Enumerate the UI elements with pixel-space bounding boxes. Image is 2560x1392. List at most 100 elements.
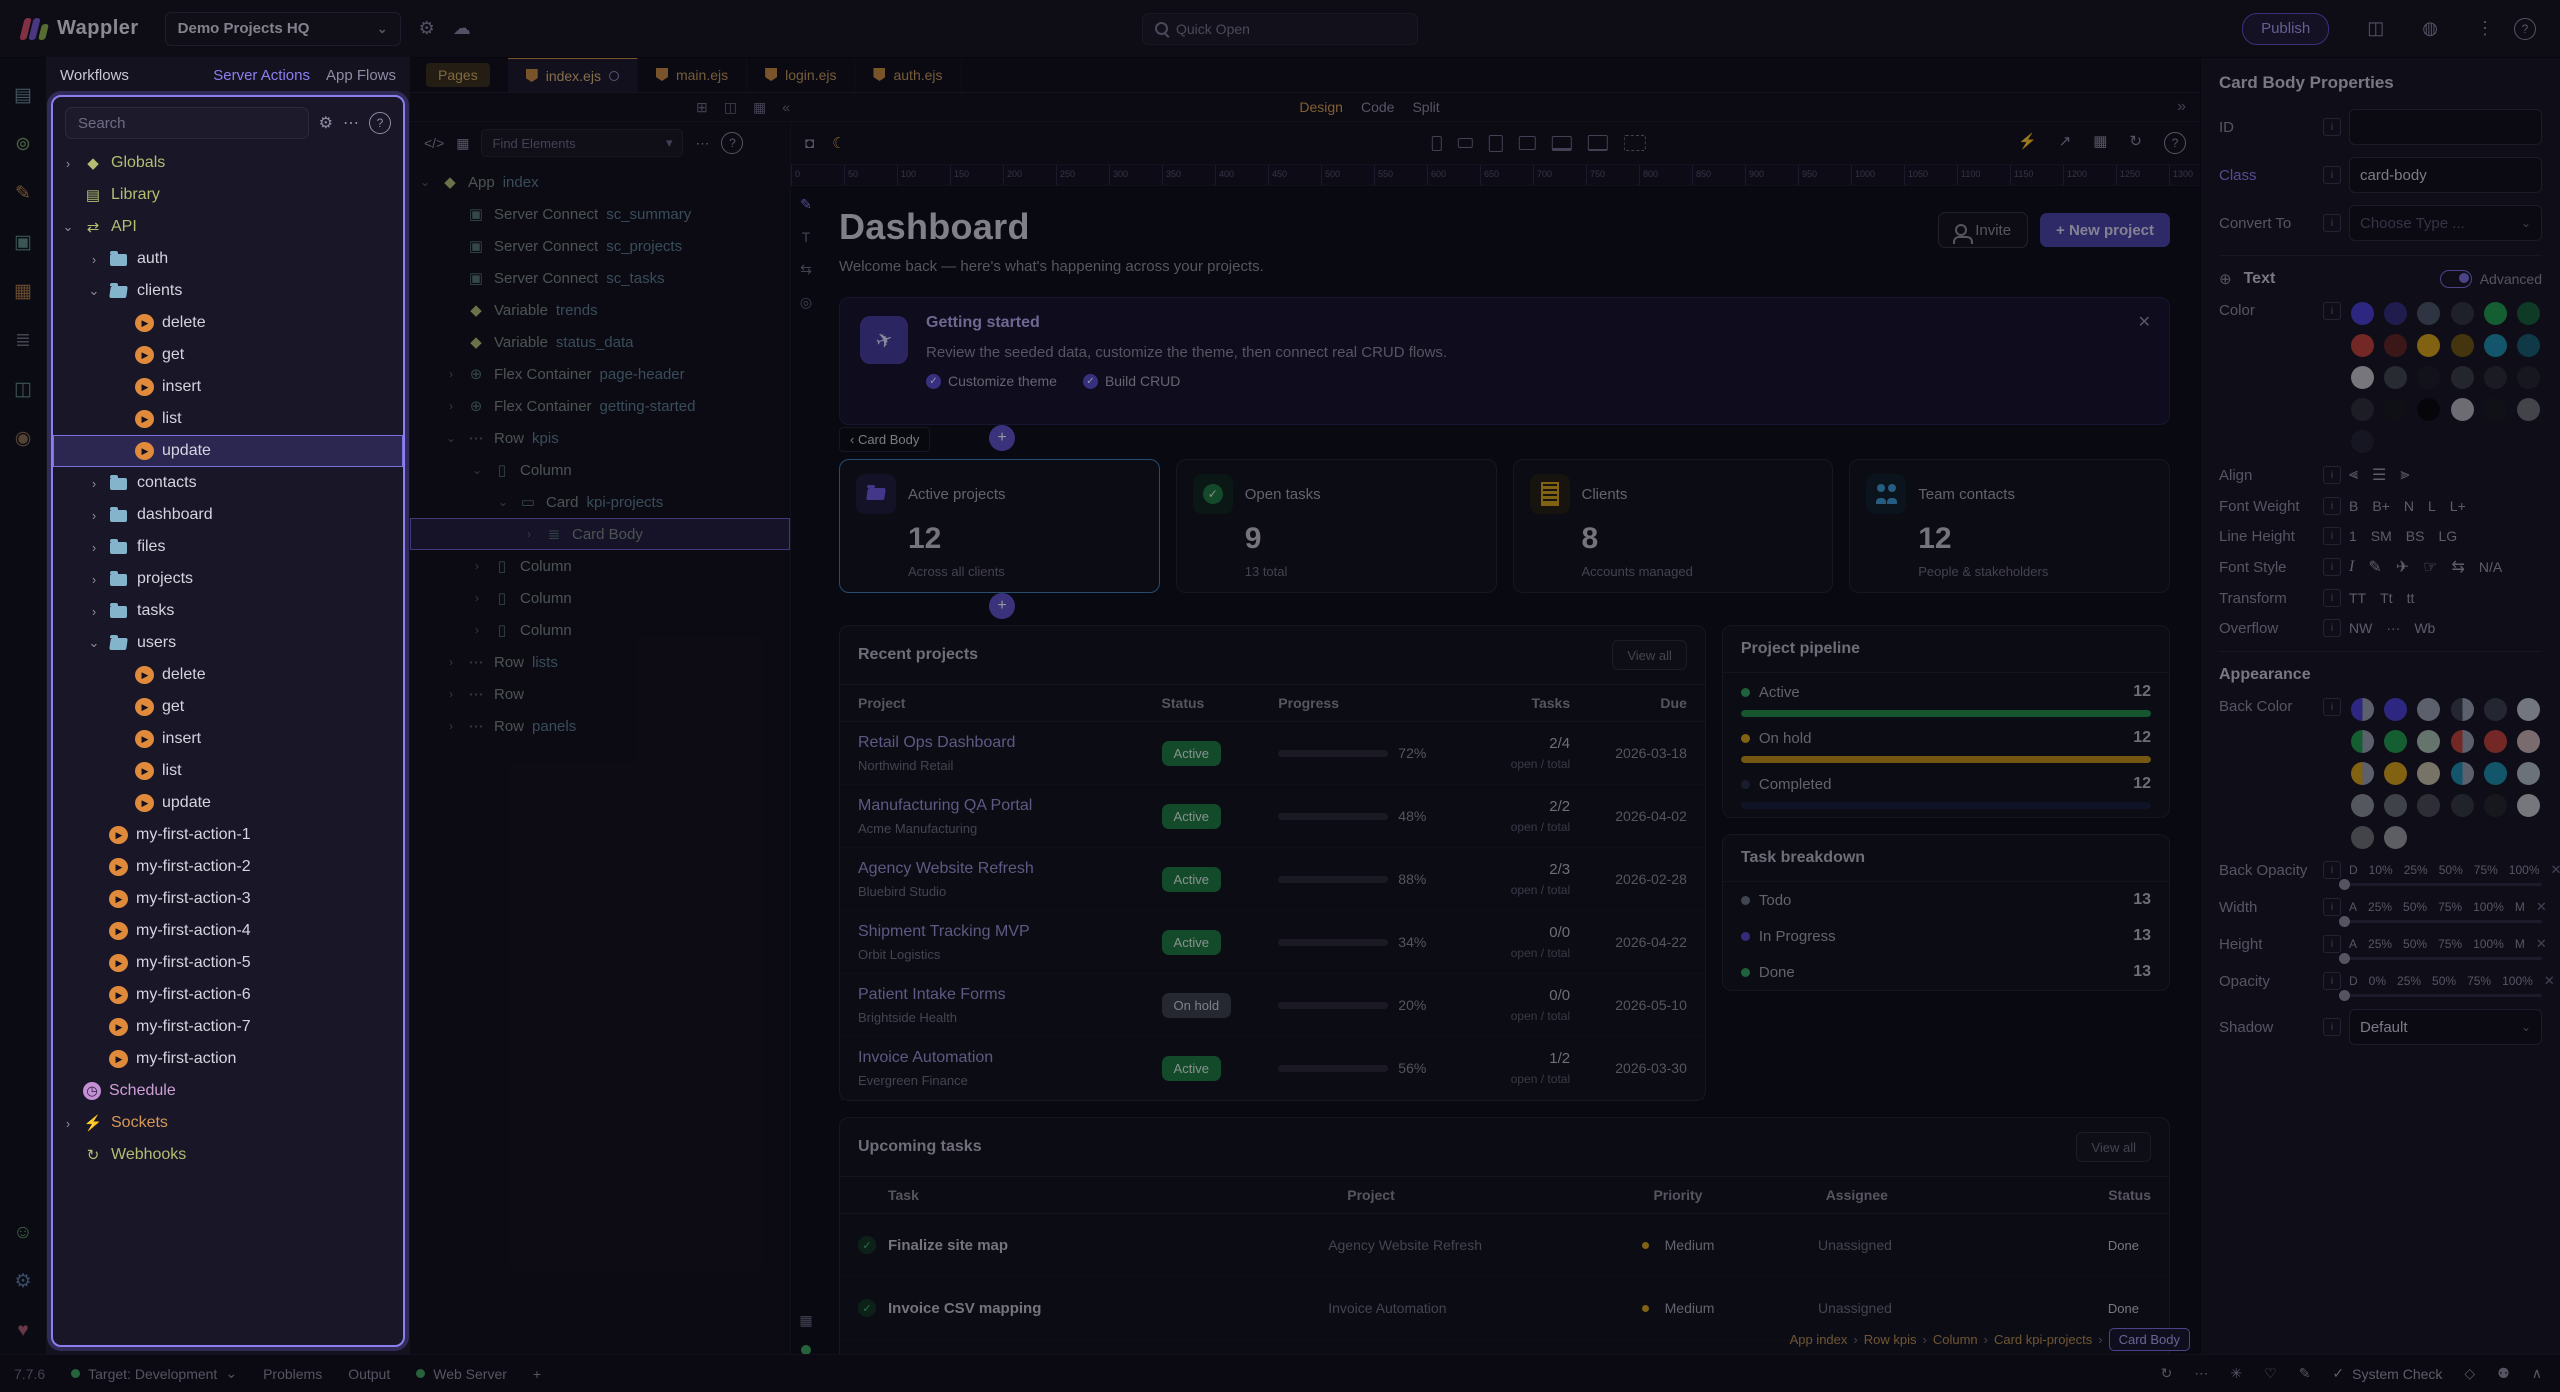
- element-tree-item[interactable]: › ▯ Column: [410, 614, 790, 646]
- theme-drop-icon[interactable]: ◍: [2422, 18, 2438, 39]
- chevron-icon[interactable]: ›: [61, 1116, 75, 1131]
- tab-app-flows[interactable]: App Flows: [326, 67, 396, 84]
- mode-toggle[interactable]: Design: [1299, 99, 1343, 115]
- rail-bottom-icon[interactable]: ⚙: [0, 1257, 46, 1306]
- gear-icon[interactable]: ⚙: [319, 113, 333, 133]
- color-swatch[interactable]: [2417, 366, 2440, 389]
- merge-view-icon[interactable]: ▦: [753, 99, 766, 116]
- tree-item[interactable]: ▶ update: [53, 435, 403, 467]
- search-input[interactable]: Search: [65, 107, 309, 139]
- color-swatch[interactable]: [2351, 302, 2374, 325]
- italic-icon[interactable]: I: [2349, 558, 2354, 576]
- grid-toggle-icon[interactable]: ▦: [799, 1312, 812, 1329]
- plugin-icon[interactable]: ⚡: [2018, 132, 2037, 154]
- back-color-swatch[interactable]: [2351, 826, 2374, 849]
- element-tree-item[interactable]: ▣ Server Connect sc_summary: [410, 198, 790, 230]
- open-browser-icon[interactable]: ↗: [2059, 132, 2072, 154]
- project-row[interactable]: Agency Website Refresh Bluebird Studio A…: [840, 848, 1705, 911]
- rail-bottom-icon[interactable]: ♥: [0, 1306, 46, 1355]
- laptop-icon[interactable]: [1551, 136, 1571, 151]
- table-icon[interactable]: ▦: [456, 135, 469, 152]
- element-tree-item[interactable]: › ⊕ Flex Container getting-started: [410, 390, 790, 422]
- more-icon[interactable]: ⋯: [2194, 1365, 2208, 1382]
- element-tree-item[interactable]: › ⋯ Row panels: [410, 710, 790, 742]
- tree-item[interactable]: ▤ Library: [53, 179, 403, 211]
- back-color-swatch[interactable]: [2484, 794, 2507, 817]
- tree-item[interactable]: ▶ my-first-action-6: [53, 979, 403, 1011]
- tablet-icon[interactable]: [1488, 135, 1502, 152]
- collapse-left-icon[interactable]: «: [782, 99, 790, 116]
- line-height-option[interactable]: SM: [2371, 528, 2392, 544]
- refresh-icon[interactable]: ↻: [2129, 132, 2142, 154]
- tree-item[interactable]: ▶ my-first-action-3: [53, 883, 403, 915]
- element-tree-item[interactable]: ◆ Variable trends: [410, 294, 790, 326]
- chevron-icon[interactable]: ›: [87, 572, 101, 587]
- editor-tab[interactable]: auth.ejs: [855, 57, 961, 92]
- back-color-swatch[interactable]: [2417, 698, 2440, 721]
- chevron-icon[interactable]: ›: [470, 623, 484, 637]
- element-tree-item[interactable]: ⌄ ◆ App index: [410, 166, 790, 198]
- rail-icon[interactable]: ✎: [0, 169, 46, 218]
- more-menu-icon[interactable]: ⋮: [2476, 18, 2494, 39]
- rocket-icon[interactable]: ✈: [2396, 557, 2409, 577]
- chevron-icon[interactable]: ›: [87, 540, 101, 555]
- back-color-swatch[interactable]: [2451, 698, 2474, 721]
- color-swatch[interactable]: [2351, 334, 2374, 357]
- tree-item[interactable]: ▶ delete: [53, 307, 403, 339]
- back-color-swatch[interactable]: [2384, 730, 2407, 753]
- tree-item[interactable]: ▶ get: [53, 691, 403, 723]
- color-swatch[interactable]: [2451, 302, 2474, 325]
- target-selector[interactable]: Target: Development ⌄: [71, 1365, 237, 1382]
- color-swatch[interactable]: [2484, 398, 2507, 421]
- font-weight-option[interactable]: B: [2349, 498, 2358, 514]
- output-button[interactable]: Output: [348, 1366, 390, 1382]
- font-weight-option[interactable]: L+: [2450, 498, 2466, 514]
- chevron-icon[interactable]: ›: [470, 591, 484, 605]
- color-swatch[interactable]: [2517, 334, 2540, 357]
- back-color-swatch[interactable]: [2484, 730, 2507, 753]
- chevron-icon[interactable]: ›: [522, 527, 536, 541]
- color-swatch[interactable]: [2517, 398, 2540, 421]
- tree-item[interactable]: ▶ my-first-action-1: [53, 819, 403, 851]
- dark-mode-icon[interactable]: ☾: [832, 134, 845, 152]
- id-input[interactable]: [2349, 109, 2542, 145]
- chevron-icon[interactable]: ⌄: [418, 175, 432, 189]
- back-color-swatch[interactable]: [2384, 698, 2407, 721]
- color-swatch[interactable]: [2351, 398, 2374, 421]
- tree-item[interactable]: ▶ my-first-action-5: [53, 947, 403, 979]
- tree-item[interactable]: › dashboard: [53, 499, 403, 531]
- back-color-swatch[interactable]: [2451, 794, 2474, 817]
- slider[interactable]: [2339, 883, 2542, 886]
- color-swatch[interactable]: [2384, 334, 2407, 357]
- back-color-swatch[interactable]: [2351, 794, 2374, 817]
- chevron-icon[interactable]: ›: [444, 687, 458, 701]
- element-tree-item[interactable]: › ≣ Card Body: [410, 518, 790, 550]
- chevron-icon[interactable]: ⌄: [444, 431, 458, 445]
- help-icon[interactable]: ?: [369, 112, 391, 134]
- view-all-button[interactable]: View all: [2076, 1132, 2151, 1162]
- tree-item[interactable]: › tasks: [53, 595, 403, 627]
- tree-item[interactable]: ▶ insert: [53, 371, 403, 403]
- convert-to-select[interactable]: Choose Type ...⌄: [2349, 205, 2542, 241]
- phone-icon[interactable]: [1431, 136, 1441, 151]
- new-project-button[interactable]: + New project: [2040, 213, 2170, 247]
- breadcrumb-item[interactable]: Card kpi-projects: [1994, 1332, 2103, 1347]
- clear-icon[interactable]: ✕: [2551, 862, 2560, 878]
- pages-button[interactable]: Pages: [426, 63, 490, 87]
- clear-icon[interactable]: ✕: [2544, 973, 2555, 989]
- spacing-tool-icon[interactable]: ⇆: [800, 261, 812, 278]
- cloud-sync-icon[interactable]: ☁: [453, 18, 471, 39]
- selection-chip[interactable]: ‹ Card Body: [839, 427, 930, 452]
- color-swatch[interactable]: [2417, 302, 2440, 325]
- rail-icon[interactable]: ▤: [0, 71, 46, 120]
- collapse-right-icon[interactable]: »: [2177, 98, 2200, 116]
- tree-item[interactable]: ▶ list: [53, 755, 403, 787]
- overflow-option[interactable]: Wb: [2414, 620, 2435, 636]
- tree-item[interactable]: ▶ insert: [53, 723, 403, 755]
- slider[interactable]: [2339, 994, 2542, 997]
- task-row[interactable]: ✓ Finalize site map Agency Website Refre…: [840, 1214, 2169, 1277]
- project-row[interactable]: Shipment Tracking MVP Orbit Logistics Ac…: [840, 911, 1705, 974]
- tree-item[interactable]: ⌄ ⇄ API: [53, 211, 403, 243]
- chevron-icon[interactable]: ›: [444, 367, 458, 381]
- bug-icon[interactable]: ⚉: [2497, 1365, 2510, 1382]
